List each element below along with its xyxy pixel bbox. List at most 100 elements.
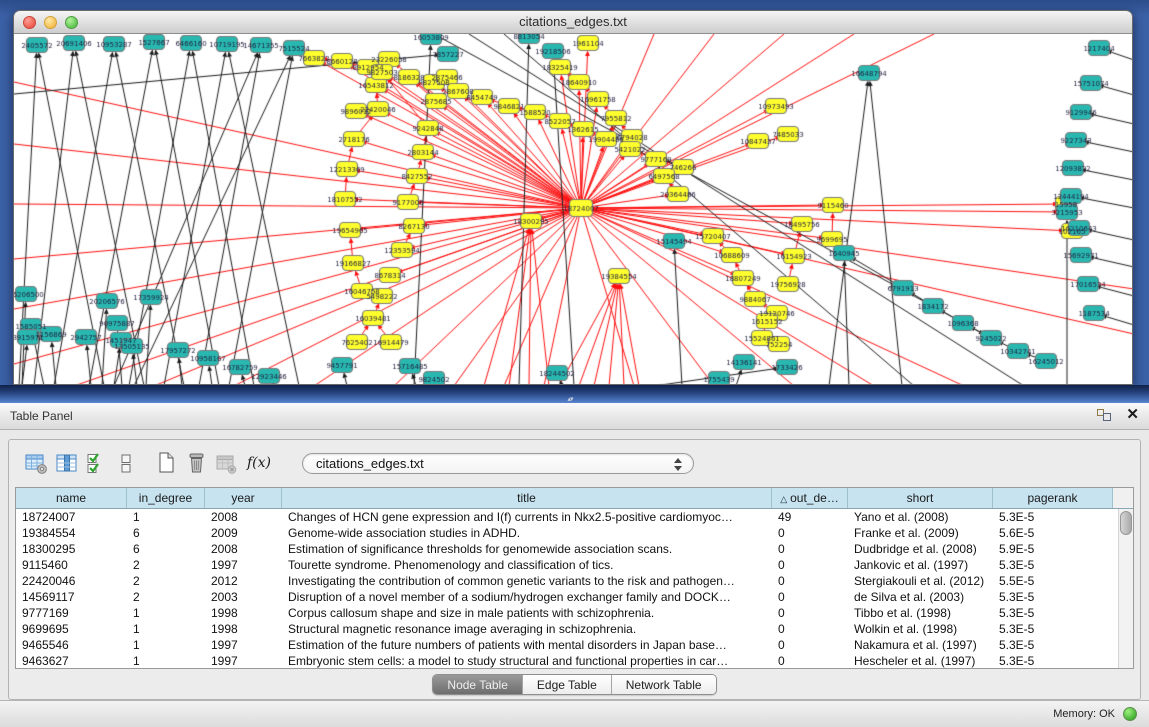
table-cell: 9699695 [16, 621, 127, 637]
table-panel: Table Panel ✕ [0, 403, 1149, 727]
table-cell: Corpus callosum shape and size in male p… [282, 605, 772, 621]
float-panel-icon[interactable] [1097, 407, 1114, 423]
zoom-icon[interactable] [65, 16, 78, 29]
column-header-in-degree[interactable]: in_degree [127, 488, 205, 508]
table-cell: 1 [127, 509, 205, 525]
memory-indicator-icon[interactable] [1123, 707, 1137, 721]
column-header-title[interactable]: title [282, 488, 772, 508]
table-cell: 5.3E-5 [993, 621, 1113, 637]
table-cell: 0 [772, 637, 848, 653]
table-tab-row: Node TableEdge TableNetwork Table [9, 669, 1140, 699]
table-cell: 1 [127, 621, 205, 637]
sort-ascending-icon: △ [780, 494, 787, 504]
table-cell: 0 [772, 541, 848, 557]
table-row[interactable]: 1938455462009Genome-wide association stu… [16, 525, 1118, 541]
network-table-selector-value: citations_edges.txt [316, 454, 424, 474]
table-cell: 9115460 [16, 557, 127, 573]
delete-table-icon[interactable] [184, 450, 208, 476]
table-cell: Stergiakouli et al. (2012) [848, 573, 993, 589]
window-controls [23, 16, 78, 29]
table-cell: 2008 [205, 541, 282, 557]
table-cell: Jankovic et al. (1997) [848, 557, 993, 573]
table-cell: 5.3E-5 [993, 557, 1113, 573]
table-cell: Estimation of the future numbers of pati… [282, 637, 772, 653]
window-title: citations_edges.txt [14, 11, 1132, 33]
table-cell: 9777169 [16, 605, 127, 621]
table-cell: 0 [772, 557, 848, 573]
tab-node-table[interactable]: Node Table [433, 675, 522, 694]
table-scrollbar-thumb[interactable] [1120, 511, 1132, 535]
column-visibility-icon[interactable] [54, 450, 78, 476]
column-header-out-de-[interactable]: △out_de… [772, 488, 848, 508]
column-header-filler [1113, 488, 1133, 508]
table-cell: 1 [127, 637, 205, 653]
node-table: namein_degreeyeartitle△out_de…shortpager… [15, 487, 1134, 669]
table-cell: Dudbridge et al. (2008) [848, 541, 993, 557]
table-cell: Genome-wide association studies in ADHD. [282, 525, 772, 541]
new-table-icon[interactable] [154, 450, 178, 476]
table-cell: 2 [127, 589, 205, 605]
table-row[interactable]: 969969511998Structural magnetic resonanc… [16, 621, 1118, 637]
table-cell: 5.3E-5 [993, 653, 1113, 669]
table-cell: 5.3E-5 [993, 589, 1113, 605]
column-header-year[interactable]: year [205, 488, 282, 508]
table-cell: 49 [772, 509, 848, 525]
table-row[interactable]: 977716911998Corpus callosum shape and si… [16, 605, 1118, 621]
table-cell: 1 [127, 653, 205, 669]
network-table-selector[interactable]: citations_edges.txt [302, 453, 694, 474]
table-cell: 9463627 [16, 653, 127, 669]
table-cell: Nakamura et al. (1997) [848, 637, 993, 653]
table-cell: 9465546 [16, 637, 127, 653]
table-row[interactable]: 911546021997Tourette syndrome. Phenomeno… [16, 557, 1118, 573]
table-cell: 2003 [205, 589, 282, 605]
table-cell: 6 [127, 525, 205, 541]
minimize-icon[interactable] [44, 16, 57, 29]
table-cell: 5.3E-5 [993, 637, 1113, 653]
table-row[interactable]: 1456911722003Disruption of a novel membe… [16, 589, 1118, 605]
table-cell: 1997 [205, 557, 282, 573]
table-row[interactable]: 2242004622012Investigating the contribut… [16, 573, 1118, 589]
table-cell: 1997 [205, 653, 282, 669]
table-row[interactable]: 1830029562008Estimation of significance … [16, 541, 1118, 557]
table-cell: 1998 [205, 605, 282, 621]
memory-status-label: Memory: OK [1053, 708, 1115, 720]
column-select-icon[interactable] [84, 450, 108, 476]
table-settings-icon[interactable] [24, 450, 48, 476]
close-panel-icon[interactable]: ✕ [1126, 407, 1139, 423]
table-cell: 2 [127, 557, 205, 573]
table-row[interactable]: 1872400712008Changes of HCN gene express… [16, 509, 1118, 525]
table-cell: 0 [772, 605, 848, 621]
import-table-icon[interactable] [214, 450, 238, 476]
table-scrollbar[interactable] [1118, 509, 1133, 668]
network-canvas[interactable] [14, 34, 1133, 385]
row-select-icon[interactable] [114, 450, 138, 476]
table-cell: 5.6E-5 [993, 525, 1113, 541]
table-cell: 19384554 [16, 525, 127, 541]
tab-network-table[interactable]: Network Table [611, 675, 716, 694]
table-row[interactable]: 946554611997Estimation of the future num… [16, 637, 1118, 653]
table-cell: Disruption of a novel member of a sodium… [282, 589, 772, 605]
table-cell: 5.5E-5 [993, 573, 1113, 589]
table-cell: 5.3E-5 [993, 509, 1113, 525]
column-header-name[interactable]: name [16, 488, 127, 508]
table-panel-title: Table Panel [10, 409, 73, 423]
network-desktop: citations_edges.txt ▴▾ [0, 0, 1149, 403]
column-header-short[interactable]: short [848, 488, 993, 508]
network-window[interactable]: citations_edges.txt [13, 10, 1133, 385]
selector-stepper-icon [674, 458, 683, 471]
network-window-titlebar[interactable]: citations_edges.txt [14, 11, 1132, 34]
table-cell: Investigating the contribution of common… [282, 573, 772, 589]
column-header-pagerank[interactable]: pagerank [993, 488, 1113, 508]
table-cell: 0 [772, 573, 848, 589]
table-row[interactable]: 946362711997Embryonic stem cells: a mode… [16, 653, 1118, 669]
table-cell: Franke et al. (2009) [848, 525, 993, 541]
table-cell: Changes of HCN gene expression and I(f) … [282, 509, 772, 525]
table-cell: 6 [127, 541, 205, 557]
function-builder-icon[interactable]: f(x) [244, 450, 274, 476]
close-icon[interactable] [23, 16, 36, 29]
table-cell: 1998 [205, 621, 282, 637]
table-cell: 5.3E-5 [993, 605, 1113, 621]
table-toolbar: f(x) citations_edges.txt [9, 440, 1140, 486]
table-cell: 18724007 [16, 509, 127, 525]
tab-edge-table[interactable]: Edge Table [522, 675, 611, 694]
